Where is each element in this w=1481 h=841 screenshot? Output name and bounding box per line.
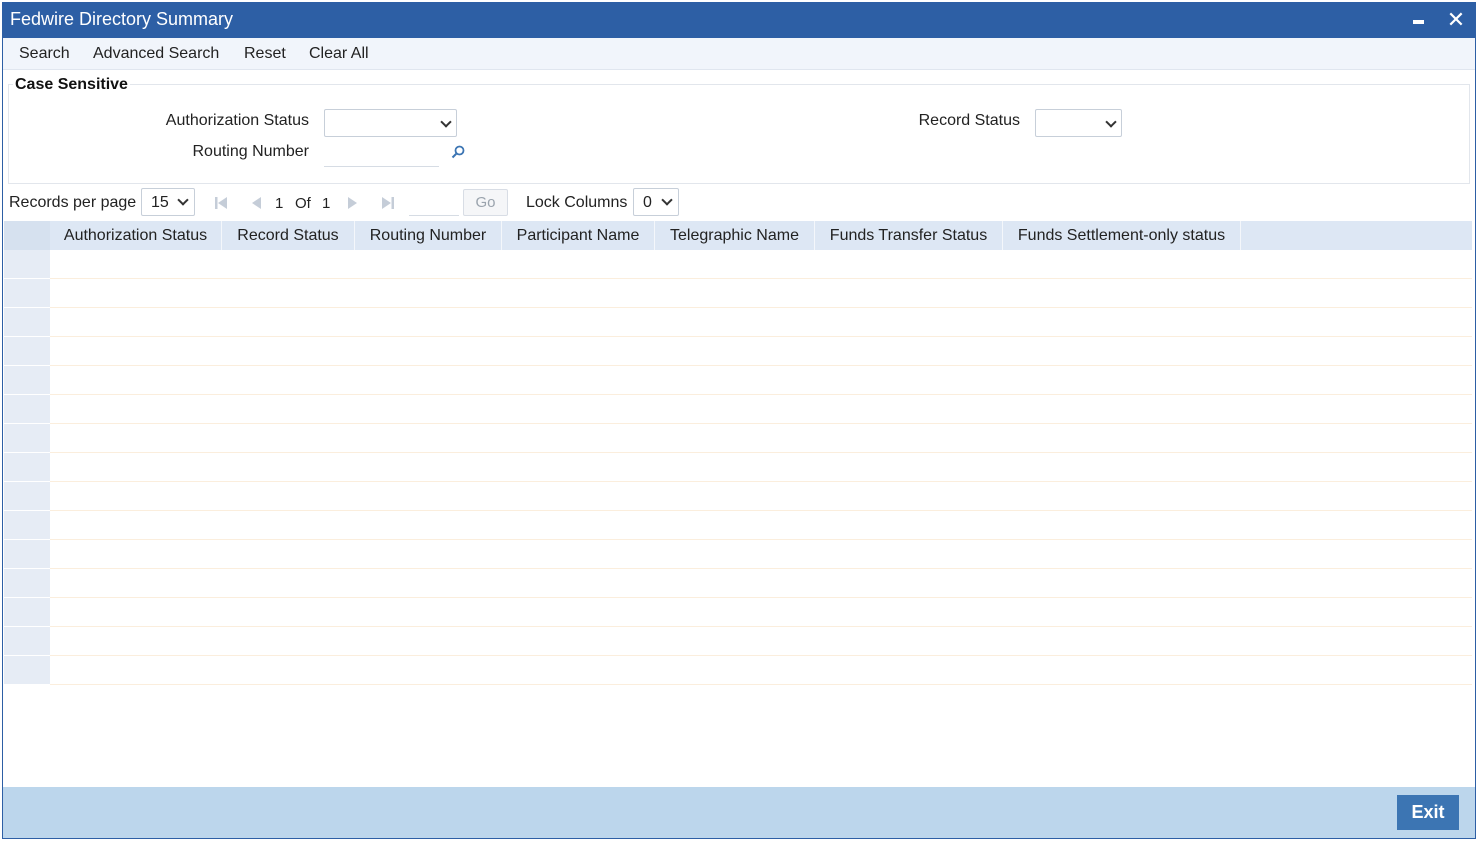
column-header-telegraphic-name[interactable]: Telegraphic Name [655,221,815,250]
row-select-cell[interactable] [4,511,50,540]
table-row[interactable] [4,598,1472,627]
column-header-routing-number[interactable]: Routing Number [355,221,502,250]
case-sensitive-legend: Case Sensitive [13,76,130,94]
row-select-cell[interactable] [4,627,50,656]
search-button[interactable]: Search [19,45,70,63]
table-row[interactable] [4,540,1472,569]
lock-columns-select[interactable]: 0 [633,188,679,216]
goto-page-input[interactable] [409,190,459,216]
chevron-down-icon [177,194,189,206]
pagination-bar: Records per page 15 1 Of 1 Go Lock Colum… [3,188,1475,218]
title-bar: Fedwire Directory Summary ✕ [3,3,1475,38]
results-table: Authorization Status Record Status Routi… [4,221,1472,689]
record-status-select[interactable] [1035,109,1122,137]
column-header-record-status[interactable]: Record Status [222,221,355,250]
advanced-search-button[interactable]: Advanced Search [93,45,219,63]
authorization-status-select[interactable] [324,109,457,137]
table-row[interactable] [4,656,1472,685]
authorization-status-label: Authorization Status [165,112,309,129]
row-select-cell[interactable] [4,424,50,453]
reset-button[interactable]: Reset [244,45,286,63]
table-row[interactable] [4,279,1472,308]
record-status-label: Record Status [918,112,1020,129]
select-all-cell[interactable] [4,221,50,250]
of-label: Of [295,195,311,212]
records-per-page-value: 15 [151,194,169,211]
row-select-cell[interactable] [4,366,50,395]
column-header-funds-settlement-only-status[interactable]: Funds Settlement-only status [1003,221,1241,250]
clear-all-button[interactable]: Clear All [309,45,369,63]
row-select-cell[interactable] [4,337,50,366]
previous-page-icon[interactable] [249,196,263,210]
routing-number-input[interactable] [324,139,439,167]
row-select-cell[interactable] [4,250,50,279]
window-title: Fedwire Directory Summary [10,9,234,29]
row-select-cell[interactable] [4,569,50,598]
search-lookup-icon[interactable] [451,145,465,159]
fedwire-directory-summary-window: Fedwire Directory Summary ✕ Search Advan… [2,2,1476,839]
close-icon[interactable]: ✕ [1443,7,1469,33]
table-row[interactable] [4,569,1472,598]
next-page-icon[interactable] [346,196,360,210]
routing-number-label: Routing Number [192,143,310,160]
table-row[interactable] [4,308,1472,337]
column-header-participant-name[interactable]: Participant Name [502,221,655,250]
row-select-cell[interactable] [4,279,50,308]
row-select-cell[interactable] [4,482,50,511]
row-select-cell[interactable] [4,656,50,685]
chevron-down-icon [440,116,452,128]
chevron-down-icon [1105,116,1117,128]
current-page: 1 [275,195,284,212]
lock-columns-value: 0 [643,194,652,211]
exit-button[interactable]: Exit [1397,795,1459,830]
table-header: Authorization Status Record Status Routi… [4,221,1472,250]
lock-columns-label: Lock Columns [526,194,628,211]
row-select-cell[interactable] [4,540,50,569]
table-row[interactable] [4,366,1472,395]
go-button[interactable]: Go [463,189,508,216]
row-select-cell[interactable] [4,308,50,337]
toolbar: Search Advanced Search Reset Clear All [3,38,1475,70]
table-row[interactable] [4,395,1472,424]
footer-bar: Exit [3,787,1475,838]
column-header-authorization-status[interactable]: Authorization Status [50,221,222,250]
column-header-funds-transfer-status[interactable]: Funds Transfer Status [815,221,1003,250]
minimize-icon[interactable] [1405,7,1431,33]
total-pages: 1 [322,195,331,212]
table-row[interactable] [4,482,1472,511]
table-row[interactable] [4,627,1472,656]
row-select-cell[interactable] [4,453,50,482]
table-row[interactable] [4,511,1472,540]
row-select-cell[interactable] [4,395,50,424]
table-row[interactable] [4,453,1472,482]
row-select-cell[interactable] [4,598,50,627]
first-page-icon[interactable] [214,196,228,210]
records-per-page-select[interactable]: 15 [141,188,195,216]
search-criteria-panel [8,84,1470,184]
last-page-icon[interactable] [381,196,395,210]
records-per-page-label: Records per page [9,194,137,211]
table-row[interactable] [4,424,1472,453]
chevron-down-icon [661,194,673,206]
table-row[interactable] [4,337,1472,366]
table-row[interactable] [4,250,1472,279]
